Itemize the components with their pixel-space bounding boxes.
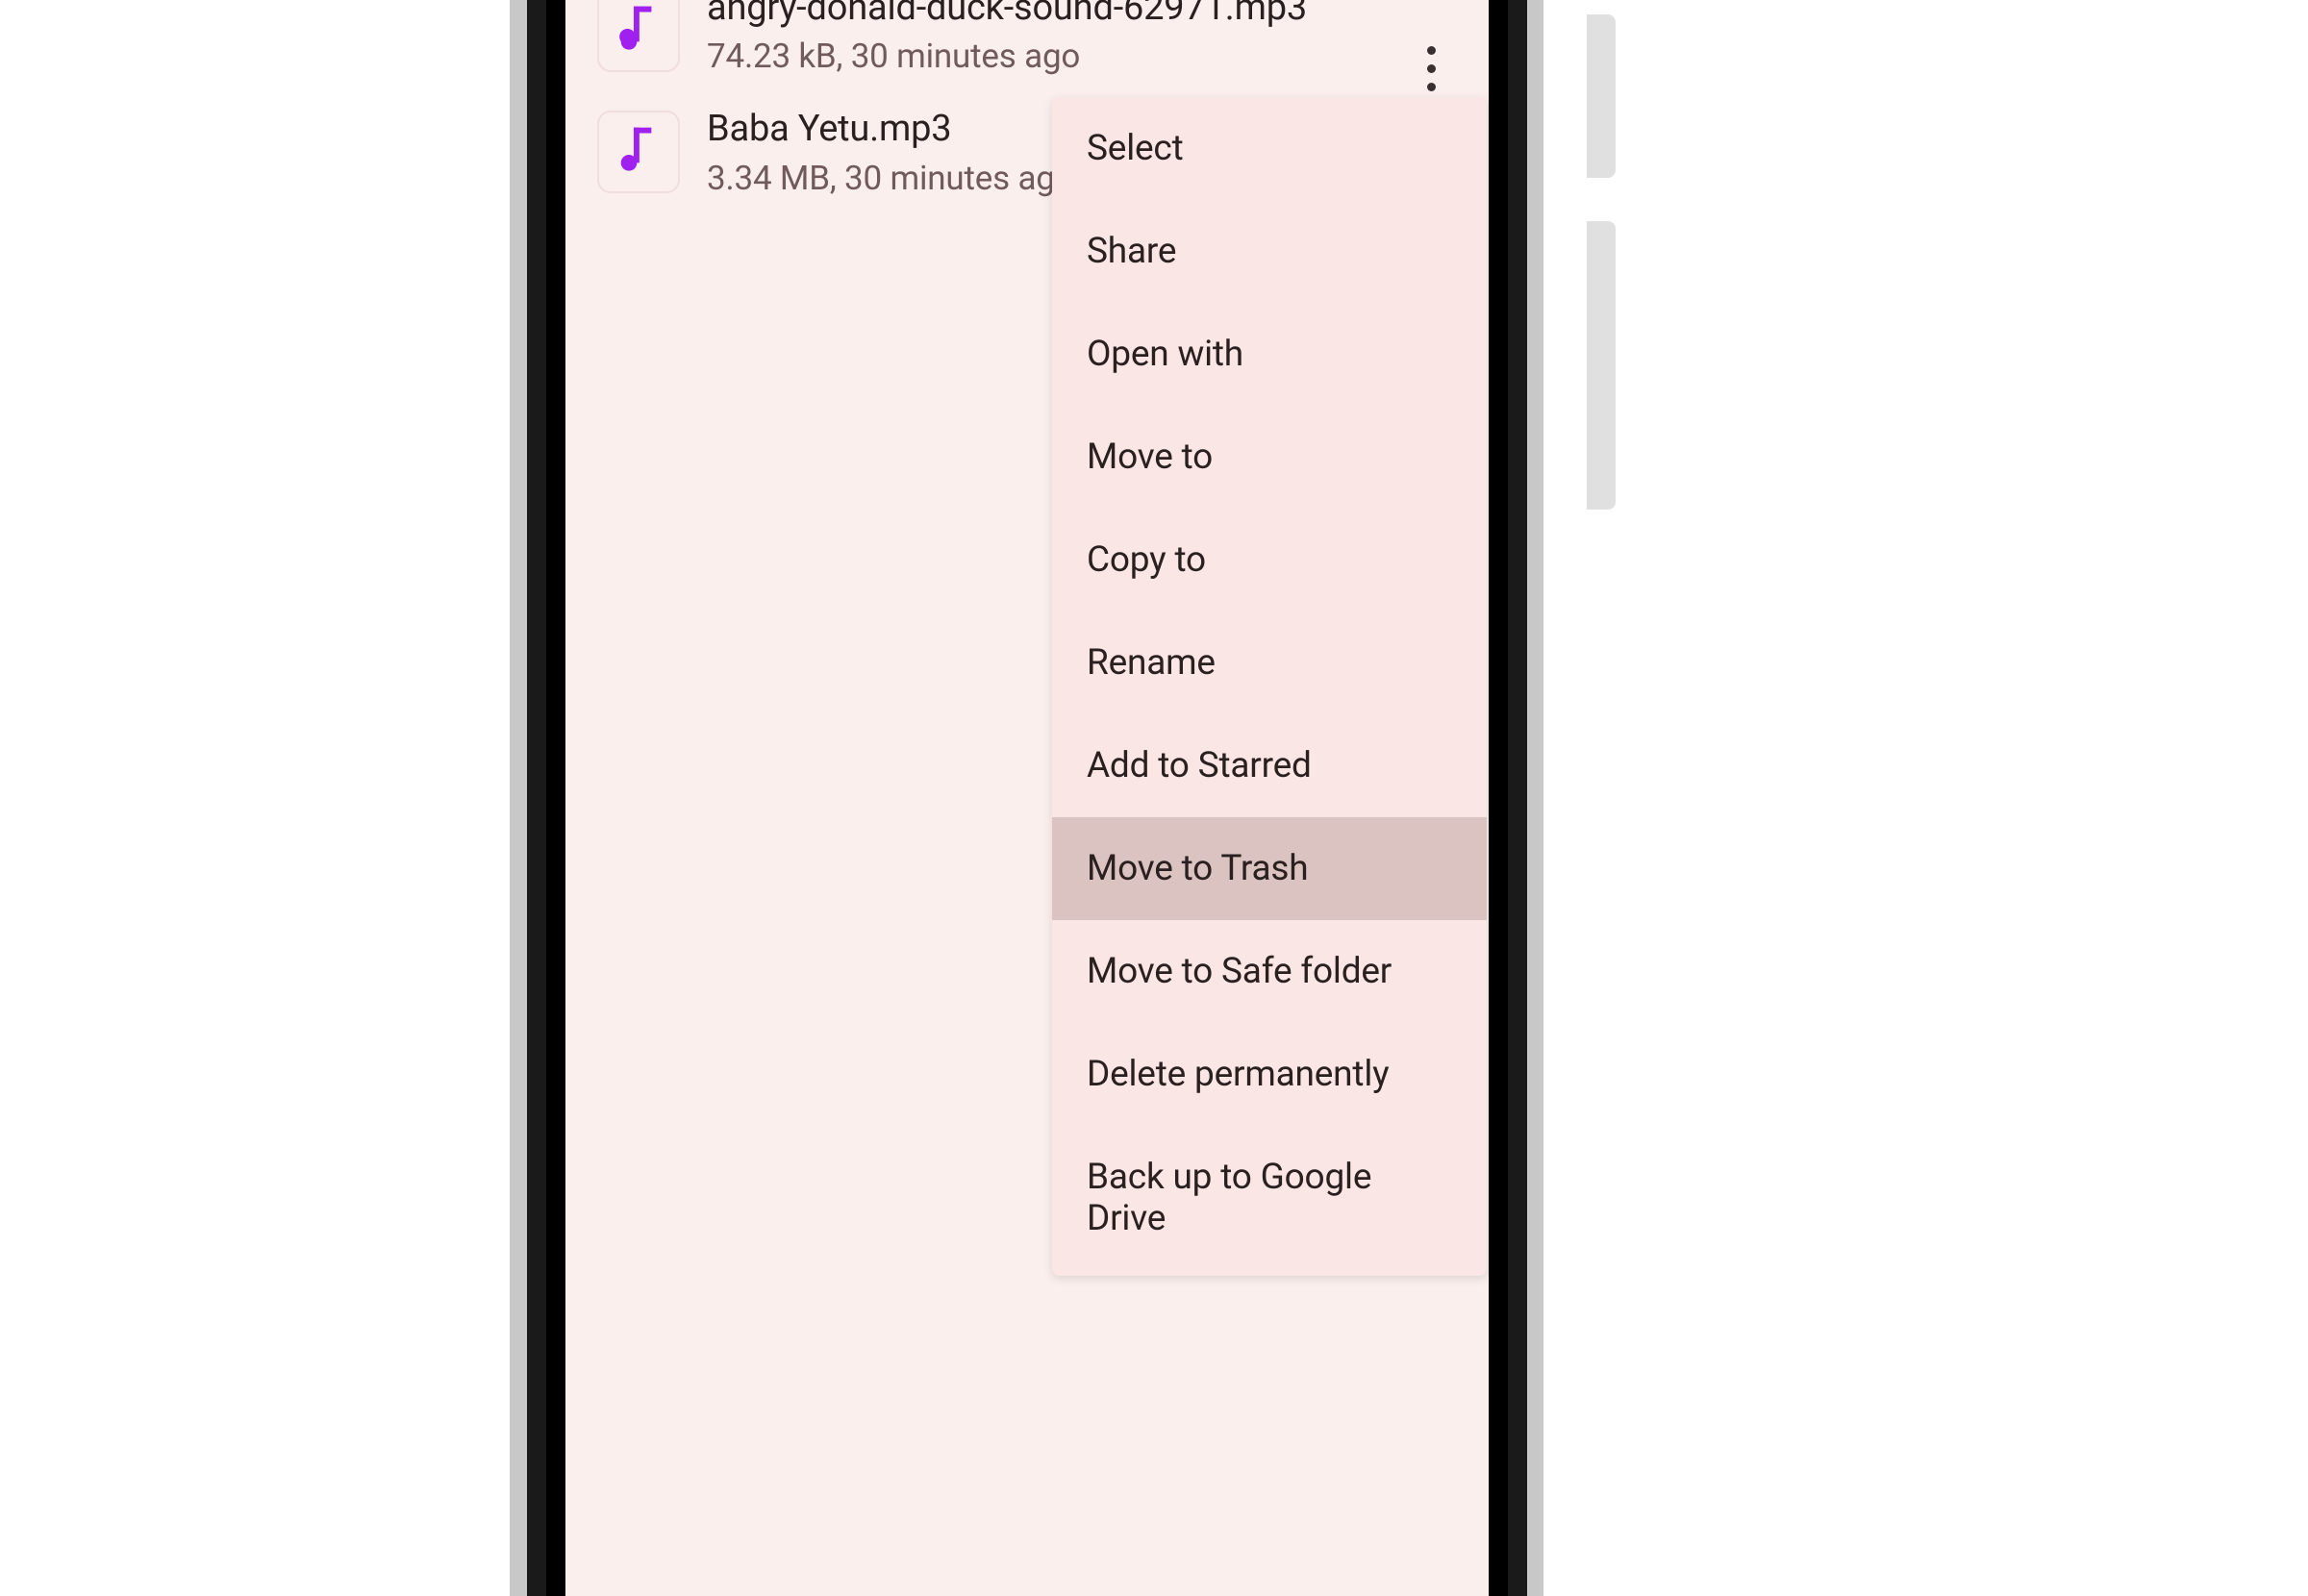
menu-item-rename[interactable]: Rename (1052, 611, 1487, 714)
menu-item-select[interactable]: Select (1052, 97, 1487, 200)
menu-item-move-to-safe-folder[interactable]: Move to Safe folder (1052, 920, 1487, 1023)
menu-item-move-to[interactable]: Move to (1052, 406, 1487, 509)
more-vertical-icon (1427, 46, 1436, 55)
screen: angry-donald-duck-sound-62971.mp3 74.23 … (565, 0, 1489, 1596)
menu-item-add-to-starred[interactable]: Add to Starred (1052, 714, 1487, 817)
file-type-icon-box (597, 0, 680, 72)
phone-side-button-bottom (1587, 221, 1616, 510)
menu-item-delete-permanently[interactable]: Delete permanently (1052, 1023, 1487, 1126)
menu-item-open-with[interactable]: Open with (1052, 303, 1487, 406)
more-options-button[interactable] (1408, 45, 1454, 91)
menu-item-copy-to[interactable]: Copy to (1052, 509, 1487, 611)
file-meta: 74.23 kB, 30 minutes ago (707, 37, 1469, 76)
music-note-icon (619, 127, 658, 177)
phone-side-button-top (1587, 14, 1616, 178)
menu-item-move-to-trash[interactable]: Move to Trash (1052, 817, 1487, 920)
music-note-icon (619, 6, 658, 56)
file-type-icon-box (597, 111, 680, 193)
file-row[interactable]: angry-donald-duck-sound-62971.mp3 74.23 … (565, 0, 1489, 103)
file-info: angry-donald-duck-sound-62971.mp3 74.23 … (707, 0, 1469, 76)
context-menu: Select Share Open with Move to Copy to R… (1052, 97, 1487, 1276)
more-vertical-icon (1427, 64, 1436, 73)
file-name: angry-donald-duck-sound-62971.mp3 (707, 0, 1469, 33)
more-vertical-icon (1427, 83, 1436, 91)
menu-item-share[interactable]: Share (1052, 200, 1487, 303)
menu-item-back-up-to-google-drive[interactable]: Back up to Google Drive (1052, 1126, 1487, 1270)
phone-frame: angry-donald-duck-sound-62971.mp3 74.23 … (510, 0, 1587, 1596)
